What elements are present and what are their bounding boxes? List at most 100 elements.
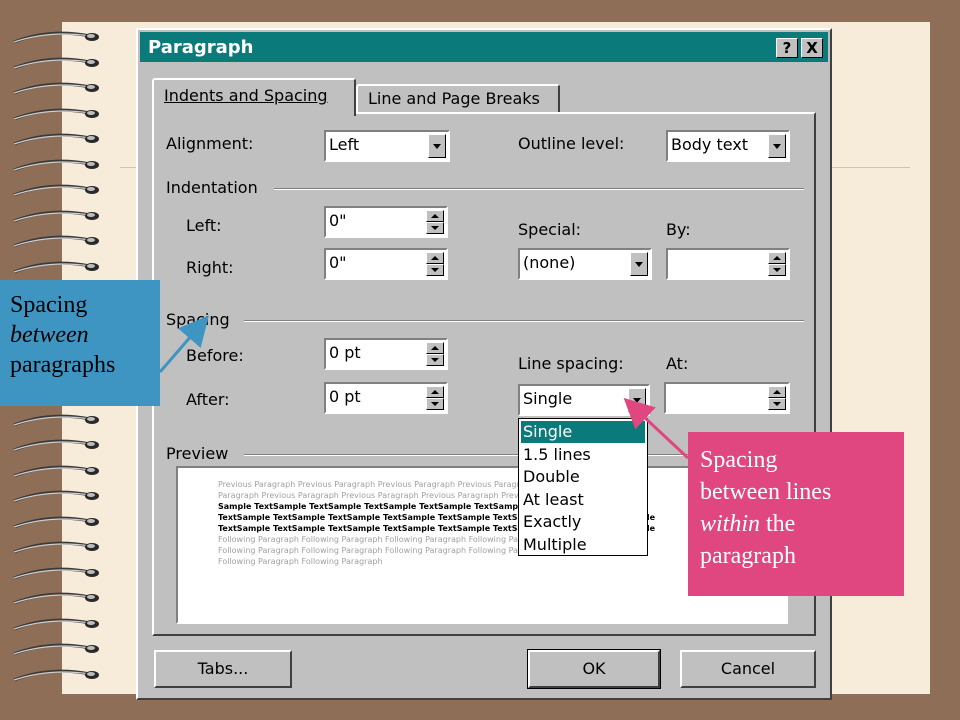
spiral-ring <box>10 668 100 684</box>
spiral-ring <box>10 56 100 72</box>
spiral-ring <box>10 515 100 531</box>
spinner-arrows[interactable] <box>768 252 786 276</box>
annotation-paragraph-spacing: Spacing between paragraphs <box>0 280 160 406</box>
spacing-before-value: 0 pt <box>329 343 361 362</box>
title-bar: Paragraph ? X <box>140 32 828 62</box>
line-spacing-option[interactable]: Exactly <box>521 511 645 533</box>
annotation-line: Spacing <box>10 292 88 318</box>
indent-right-spinner[interactable]: 0" <box>324 248 448 280</box>
at-label: At: <box>666 354 689 373</box>
annotation-emphasis: within <box>700 511 761 537</box>
spacing-before-label: Before: <box>186 346 244 365</box>
line-spacing-value: Single <box>523 389 573 408</box>
tab-line-and-page-breaks[interactable]: Line and Page Breaks <box>356 84 560 114</box>
outline-level-label: Outline level: <box>518 134 625 153</box>
cancel-button[interactable]: Cancel <box>680 650 816 688</box>
indent-right-value: 0" <box>329 253 347 272</box>
spiral-ring <box>10 107 100 123</box>
line-spacing-option[interactable]: Double <box>521 466 645 488</box>
line-spacing-option[interactable]: At least <box>521 489 645 511</box>
alignment-value: Left <box>329 135 360 154</box>
annotation-line: Spacing <box>700 447 778 473</box>
annotation-line: between lines <box>700 479 832 505</box>
spiral-ring <box>10 132 100 148</box>
ok-button-label: OK <box>582 659 606 678</box>
tab-indents-and-spacing[interactable]: Indents and Spacing <box>152 78 356 116</box>
spiral-ring <box>10 413 100 429</box>
spiral-ring <box>10 438 100 454</box>
annotation-line: paragraph <box>700 543 796 569</box>
outline-level-value: Body text <box>671 135 749 154</box>
chevron-down-icon[interactable] <box>768 134 786 158</box>
help-button[interactable]: ? <box>776 38 798 58</box>
line-spacing-select[interactable]: Single <box>518 384 650 416</box>
outline-level-select[interactable]: Body text <box>666 130 790 162</box>
line-spacing-option[interactable]: Multiple <box>521 534 645 556</box>
indentation-divider <box>274 188 804 190</box>
annotation-line-spacing: Spacing between lines within the paragra… <box>688 432 904 596</box>
annotation-text: the <box>760 511 796 537</box>
spacing-divider <box>244 320 804 322</box>
at-spinner[interactable] <box>664 382 790 414</box>
indent-left-value: 0" <box>329 211 347 230</box>
chevron-down-icon[interactable] <box>428 134 446 158</box>
annotation-line: paragraphs <box>10 352 116 378</box>
dialog-title: Paragraph <box>148 37 254 58</box>
spacing-section-label: Spacing <box>166 310 230 329</box>
line-spacing-option[interactable]: Single <box>521 421 645 443</box>
spiral-ring <box>10 234 100 250</box>
spiral-ring <box>10 566 100 582</box>
special-value: (none) <box>523 253 576 272</box>
spiral-ring <box>10 642 100 658</box>
indent-right-label: Right: <box>186 258 234 277</box>
line-spacing-label: Line spacing: <box>518 354 624 373</box>
by-label: By: <box>666 220 691 239</box>
annotation-line: between <box>10 322 89 348</box>
tabs-button-label: Tabs... <box>197 659 249 678</box>
line-spacing-dropdown-list[interactable]: Single 1.5 lines Double At least Exactly Mult… <box>518 418 648 556</box>
spacing-before-spinner[interactable]: 0 pt <box>324 338 448 370</box>
spiral-ring <box>10 183 100 199</box>
tab-label: Line and Page Breaks <box>368 89 540 108</box>
chevron-down-icon[interactable] <box>630 252 648 276</box>
close-button[interactable]: X <box>801 38 823 58</box>
indentation-section-label: Indentation <box>166 178 258 197</box>
spiral-ring <box>10 260 100 276</box>
alignment-label: Alignment: <box>166 134 254 153</box>
spinner-arrows[interactable] <box>426 252 444 276</box>
spiral-ring <box>10 81 100 97</box>
ok-button[interactable]: OK <box>527 649 661 689</box>
spinner-arrows[interactable] <box>426 342 444 366</box>
preview-line: Following Paragraph Following Paragraph … <box>218 546 550 555</box>
tabs-button[interactable]: Tabs... <box>154 650 292 688</box>
spiral-ring <box>10 209 100 225</box>
indent-left-spinner[interactable]: 0" <box>324 206 448 238</box>
spiral-ring <box>10 464 100 480</box>
preview-line: Following Paragraph Following Paragraph … <box>218 535 550 544</box>
alignment-select[interactable]: Left <box>324 130 450 162</box>
spinner-arrows[interactable] <box>426 386 444 410</box>
line-spacing-option[interactable]: 1.5 lines <box>521 444 645 466</box>
spiral-ring <box>10 617 100 633</box>
chevron-down-icon[interactable] <box>628 388 646 412</box>
special-label: Special: <box>518 220 582 239</box>
spiral-ring <box>10 591 100 607</box>
preview-section-label: Preview <box>166 444 229 463</box>
spacing-after-label: After: <box>186 390 230 409</box>
spinner-arrows[interactable] <box>768 386 786 410</box>
spiral-ring <box>10 158 100 174</box>
spacing-after-spinner[interactable]: 0 pt <box>324 382 448 414</box>
cancel-button-label: Cancel <box>720 659 776 678</box>
annotation-line: within the <box>700 508 892 540</box>
preview-line: Following Paragraph Following Paragraph <box>218 557 383 566</box>
indent-left-label: Left: <box>186 216 222 235</box>
spiral-ring <box>10 540 100 556</box>
tab-label: Indents and Spacing <box>164 86 328 105</box>
by-spinner[interactable] <box>666 248 790 280</box>
spiral-ring <box>10 30 100 46</box>
spacing-after-value: 0 pt <box>329 387 361 406</box>
paragraph-dialog: Paragraph ? X Indents and Spacing Line a… <box>136 28 832 700</box>
spiral-ring <box>10 489 100 505</box>
spinner-arrows[interactable] <box>426 210 444 234</box>
special-select[interactable]: (none) <box>518 248 652 280</box>
